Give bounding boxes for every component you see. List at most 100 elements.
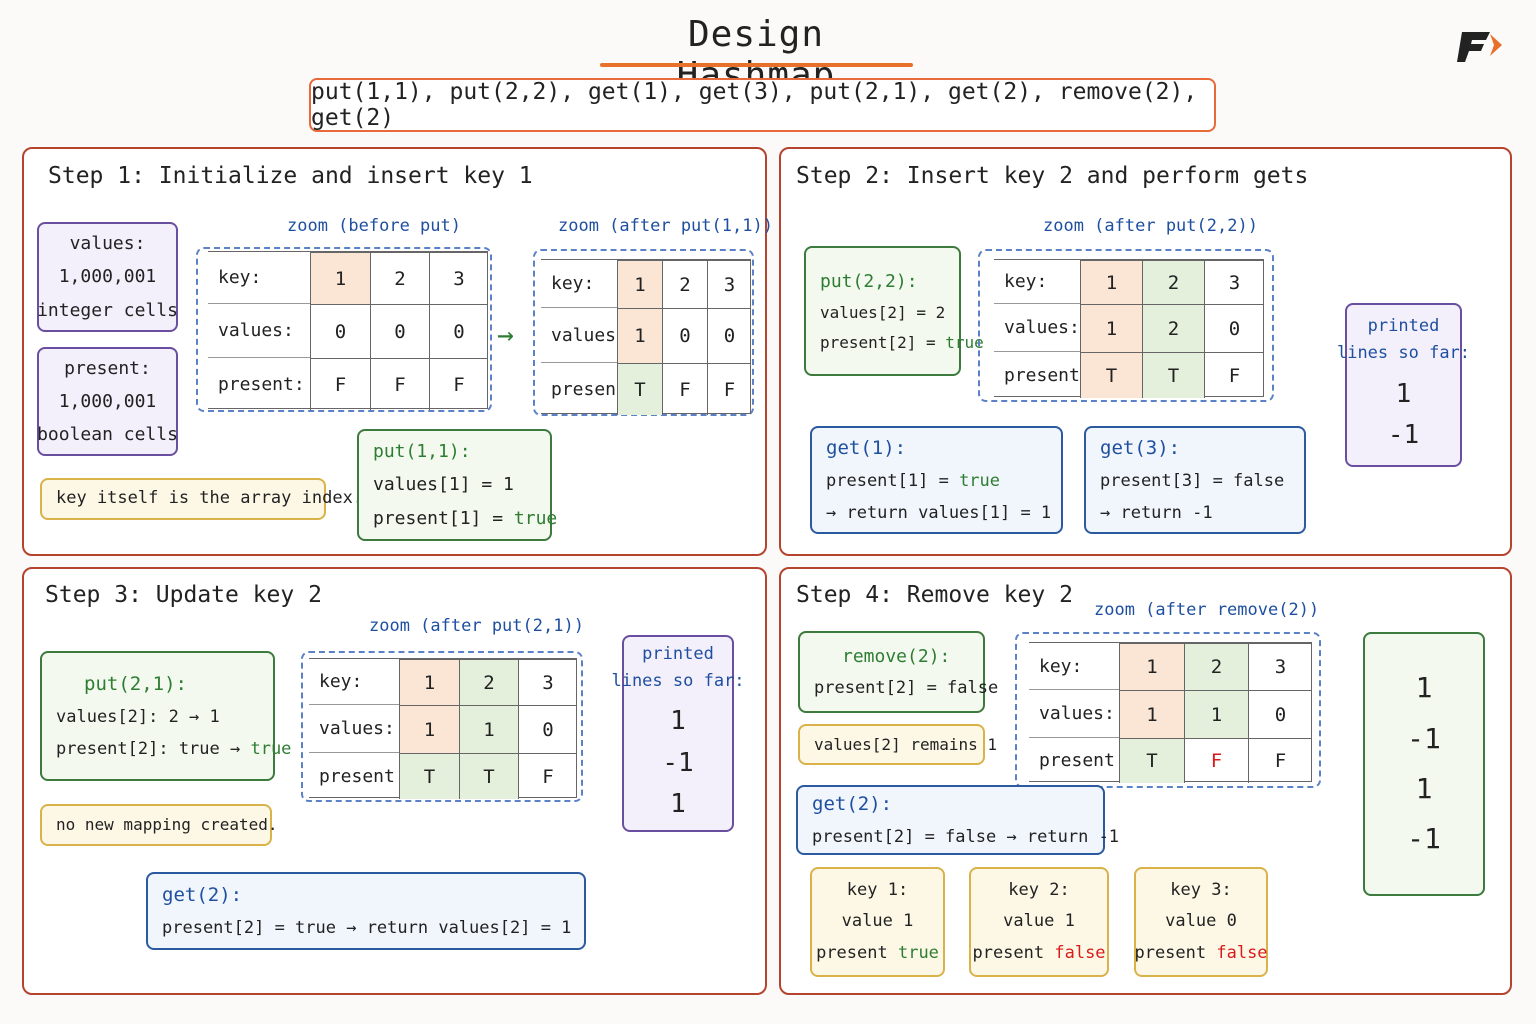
row-label-values: values:	[994, 304, 1080, 352]
cell-value-2: 1	[1184, 690, 1248, 738]
zoom-before-frame: key: 1 2 3 values: 0 0 0 present: F F F	[196, 247, 492, 412]
step3-printed-box: printed lines so far: 1 -1 1	[611, 635, 745, 832]
output-line: 1	[1415, 671, 1433, 705]
step3-title: Step 3: Update key 2	[45, 582, 322, 608]
step4-get-2-line1: present[2] = false → return -1	[812, 826, 1120, 847]
values-info-line1: values:	[69, 233, 146, 255]
get-1-box: get(1): present[1] = true → return value…	[810, 426, 1063, 534]
step2-zoom-label: zoom (after put(2,2))	[1043, 216, 1258, 236]
output-line: -1	[1407, 721, 1441, 755]
put-2-2-line1: values[2] = 2	[820, 303, 946, 323]
cell-present-2: T	[1142, 352, 1204, 398]
row-label-present: present:	[1039, 750, 1126, 771]
get-3-box: get(3): present[3] = false → return -1	[1084, 426, 1306, 534]
table-before: key: 1 2 3 values: 0 0 0 present: F F F	[208, 251, 488, 410]
key2-value: value 1	[1003, 911, 1075, 932]
printed-value: 1	[1395, 378, 1412, 409]
present-info-line2: 1,000,001	[58, 390, 157, 412]
step3-zoom-label: zoom (after put(2,1))	[369, 616, 584, 636]
cell-value-3: 0	[707, 308, 751, 363]
get-3-line2: → return -1	[1100, 502, 1213, 523]
cell-value-2: 0	[370, 304, 429, 358]
cell-key-2: 2	[370, 252, 429, 304]
printed-value: 1	[670, 789, 686, 820]
row-label-present: present:	[551, 378, 638, 400]
step2-title: Step 2: Insert key 2 and perform gets	[796, 163, 1309, 189]
step3-get-2-head: get(2):	[162, 883, 243, 906]
step4-zoom-label: zoom (after remove(2))	[1094, 600, 1320, 620]
key3-present-text: present	[1134, 942, 1217, 963]
cell-key-1: 1	[399, 659, 459, 705]
cell-key-3: 3	[707, 260, 751, 308]
key3-present: present false	[1134, 938, 1267, 969]
zoom-after-frame: key: 1 2 3 values: 1 0 0 present: T F F	[533, 249, 754, 416]
cell-present-2: F	[662, 363, 707, 415]
key1-present: present true	[816, 938, 939, 969]
cell-key-3: 3	[518, 659, 577, 705]
step4-get-2-head: get(2):	[812, 792, 893, 815]
step4-table: key: 1 2 3 values: 1 1 0 present: T F F	[1029, 642, 1312, 783]
values-info-line3: integer cells	[37, 299, 178, 321]
table-after: key: 1 2 3 values: 1 0 0 present: T F F	[541, 259, 751, 415]
cell-key-2: 2	[459, 659, 518, 705]
step2-printed-box: printed lines so far: 1 -1	[1337, 303, 1470, 467]
put-1-1-line1: values[1] = 1	[373, 474, 514, 496]
put-2-2-line2-text: present[2] =	[820, 332, 946, 352]
cell-present-1: F	[310, 358, 370, 410]
cell-value-2: 0	[662, 308, 707, 363]
cell-value-1: 0	[310, 304, 370, 358]
row-label-values: values:	[541, 308, 627, 363]
operations-sequence: put(1,1), put(2,2), get(1), get(3), put(…	[309, 78, 1216, 132]
key1-present-value: true	[897, 942, 939, 963]
values-info-box: values: 1,000,001 integer cells	[37, 222, 178, 332]
present-info-line1: present:	[64, 357, 151, 379]
cell-value-3: 0	[518, 705, 577, 753]
key1-state-box: key 1: value 1 present true	[810, 867, 945, 977]
key2-present-value: false	[1054, 942, 1106, 963]
put-2-2-head: put(2,2):	[820, 270, 918, 292]
printed-value: -1	[662, 747, 694, 778]
printed-label-2: lines so far:	[1336, 343, 1471, 364]
step4-note-text: values[2] remains 1	[814, 734, 998, 754]
put-2-1-head: put(2,1):	[84, 672, 187, 695]
step3-get-2-box: get(2): present[2] = true → return value…	[146, 872, 586, 950]
values-info-line2: 1,000,001	[58, 266, 157, 288]
key2-present: present false	[972, 938, 1105, 969]
cell-present-3: F	[707, 363, 751, 415]
row-label-key: key:	[1029, 643, 1119, 690]
row-label-key: key:	[994, 260, 1080, 304]
cell-key-1: 1	[310, 252, 370, 304]
cell-value-1: 1	[1080, 304, 1142, 352]
put-1-1-head: put(1,1):	[373, 441, 471, 463]
put-2-1-box: put(2,1): values[2]: 2 → 1 present[2]: t…	[40, 651, 291, 781]
present-info-line3: boolean cells	[37, 424, 178, 446]
cell-key-1: 1	[617, 260, 662, 308]
cell-present-3: F	[1204, 352, 1264, 398]
cell-value-1: 1	[617, 308, 662, 363]
step4-zoom-frame: key: 1 2 3 values: 1 1 0 present: T F F	[1015, 632, 1321, 788]
key3-state-box: key 3: value 0 present false	[1134, 867, 1268, 977]
final-output-box: 1 -1 1 -1	[1363, 632, 1485, 896]
cell-present-2: F	[1184, 738, 1248, 783]
remove-2-box: remove(2): present[2] = false	[798, 631, 998, 713]
cell-present-2: F	[370, 358, 429, 410]
cell-present-1: T	[1080, 352, 1142, 398]
put-2-2-line2: present[2] = true	[820, 328, 984, 358]
step2-table: key: 1 2 3 values: 1 2 0 present: T T F	[994, 259, 1264, 398]
cell-value-1: 1	[399, 705, 459, 753]
get-1-line1-text: present[1] =	[826, 471, 960, 492]
step4-title: Step 4: Remove key 2	[796, 582, 1073, 608]
key2-state-box: key 2: value 1 present false	[969, 867, 1109, 977]
put-2-1-line2-value: true	[250, 738, 292, 759]
printed-value: -1	[1387, 420, 1420, 451]
step4-note: values[2] remains 1	[798, 724, 998, 765]
key3-value: value 0	[1165, 911, 1237, 932]
put-2-1-line2-text: present[2]: true →	[56, 738, 251, 759]
zoom-before-label: zoom (before put)	[287, 216, 461, 236]
step1-note: key itself is the array index.	[40, 478, 363, 520]
put-2-1-line2: present[2]: true → true	[56, 734, 291, 765]
output-line: -1	[1407, 822, 1441, 856]
row-label-present: present:	[1004, 364, 1091, 386]
transition-arrow-icon: →	[497, 318, 514, 351]
cell-key-3: 3	[429, 252, 488, 304]
